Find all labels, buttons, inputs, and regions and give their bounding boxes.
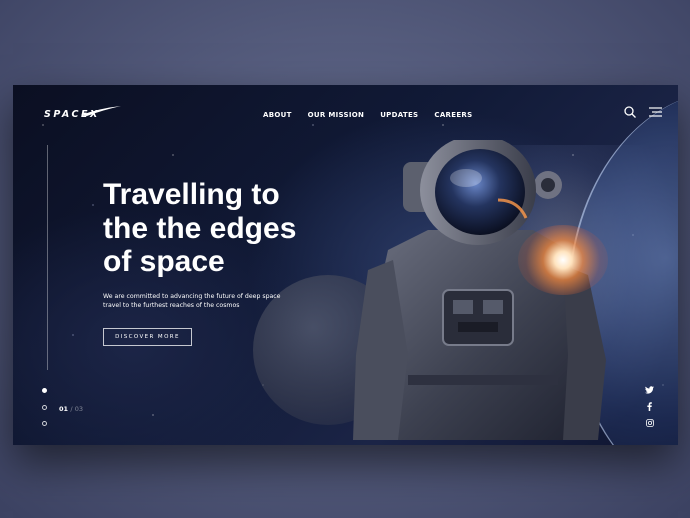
main-nav: ABOUT OUR MISSION UPDATES CAREERS bbox=[263, 111, 472, 119]
slide-dot-1[interactable] bbox=[42, 388, 47, 393]
slide-counter: 01 / 03 bbox=[59, 405, 83, 413]
search-icon[interactable] bbox=[624, 106, 636, 118]
slide-total: 03 bbox=[74, 405, 84, 413]
slide-dot-3[interactable] bbox=[42, 421, 47, 426]
logo-swoosh-icon bbox=[81, 106, 121, 116]
headline-line-2: the the edges bbox=[103, 211, 297, 245]
lens-flare bbox=[518, 225, 608, 295]
nav-item-our-mission[interactable]: OUR MISSION bbox=[308, 111, 365, 119]
headline-line-1: Travelling to bbox=[103, 178, 280, 211]
slide-separator: / bbox=[70, 405, 73, 413]
nav-item-updates[interactable]: UPDATES bbox=[380, 111, 418, 119]
facebook-icon[interactable] bbox=[647, 402, 652, 411]
progress-rail bbox=[47, 145, 48, 370]
hero-subtitle: We are committed to advancing the future… bbox=[103, 292, 323, 310]
menu-icon[interactable] bbox=[649, 107, 662, 117]
instagram-icon[interactable] bbox=[646, 419, 654, 427]
hero-headline: Travelling to the the edges of space bbox=[103, 178, 403, 279]
discover-more-button[interactable]: DISCOVER MORE bbox=[103, 328, 192, 346]
headline-line-3: of space bbox=[103, 245, 225, 278]
slide-current: 01 bbox=[59, 405, 69, 413]
subtitle-line-2: travel to the furthest reaches of the co… bbox=[103, 302, 240, 309]
slide-dot-2[interactable] bbox=[42, 405, 47, 410]
nav-item-about[interactable]: ABOUT bbox=[263, 111, 292, 119]
hero-frame: SPACEX ABOUT OUR MISSION UPDATES CAREERS… bbox=[13, 85, 678, 445]
subtitle-line-1: We are committed to advancing the future… bbox=[103, 293, 281, 300]
nav-item-careers[interactable]: CAREERS bbox=[434, 111, 472, 119]
twitter-icon[interactable] bbox=[645, 386, 654, 394]
